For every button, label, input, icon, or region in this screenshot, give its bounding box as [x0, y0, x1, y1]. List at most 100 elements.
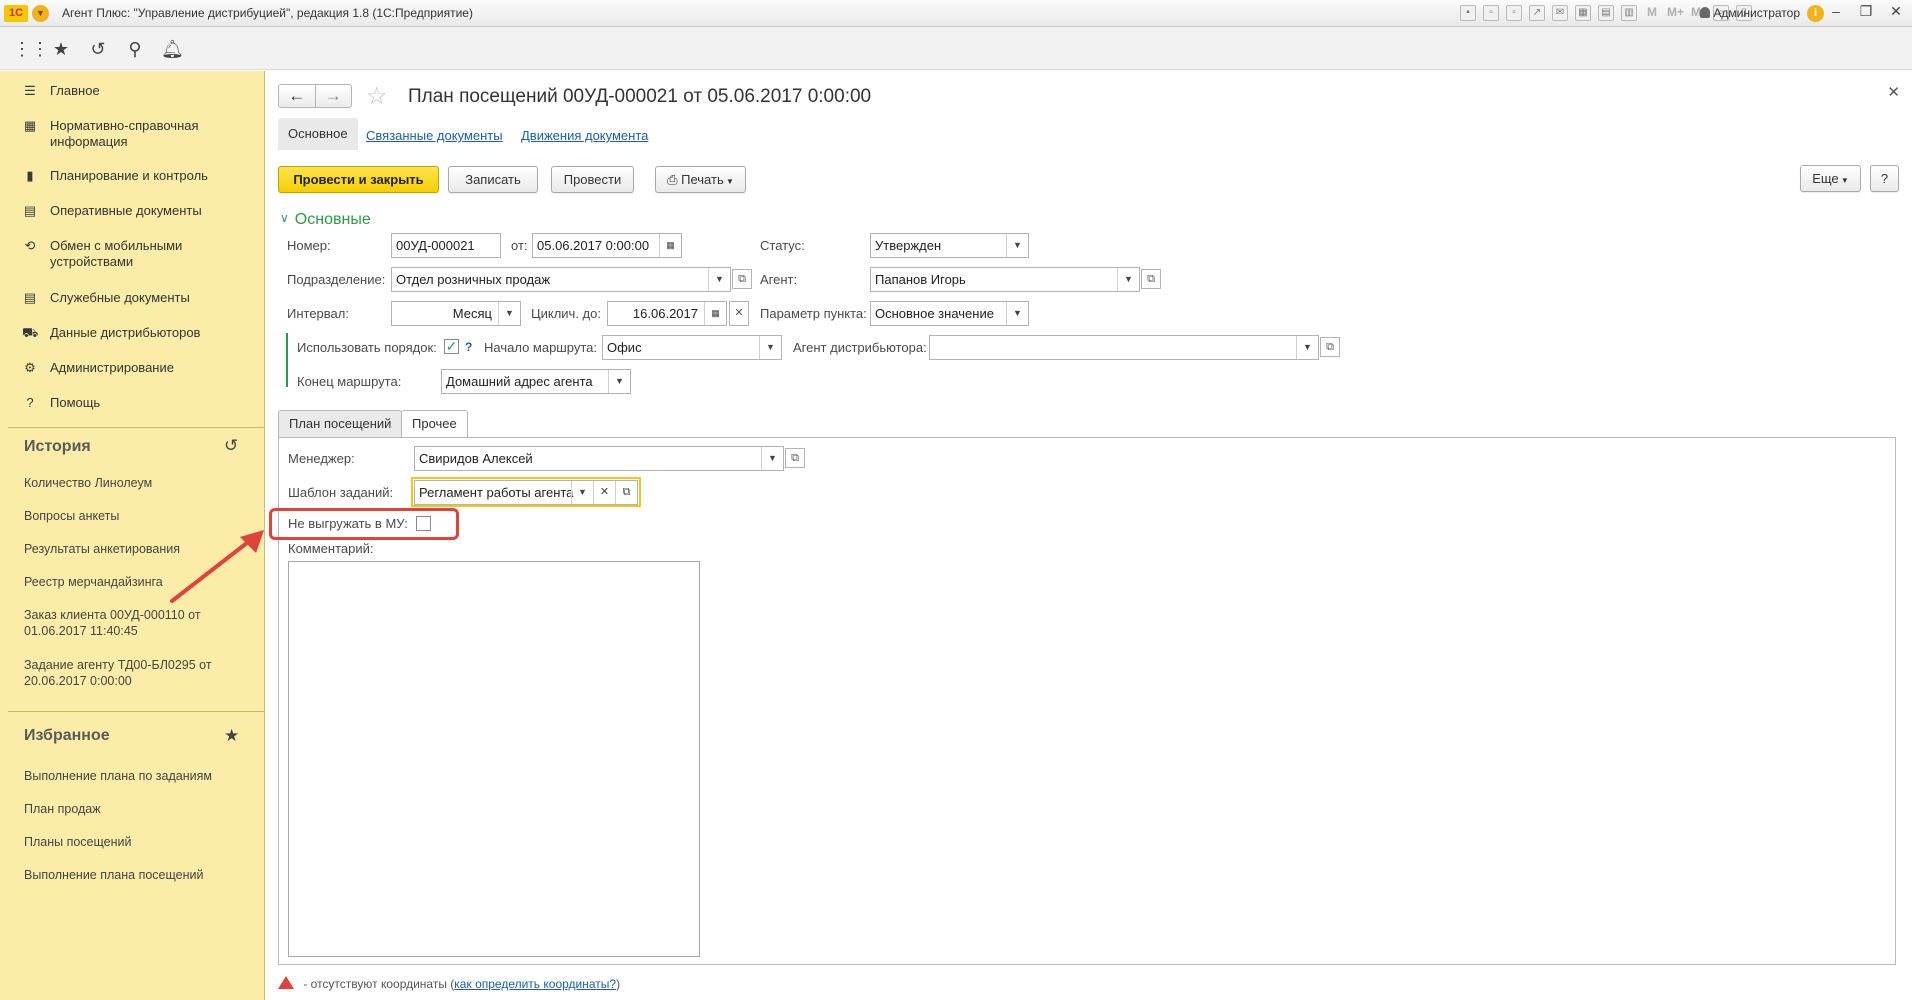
route-start-select[interactable]: Офис ▼	[602, 335, 782, 360]
clear-icon[interactable]: ✕	[729, 301, 749, 326]
post-and-close-button[interactable]: Провести и закрыть	[278, 166, 439, 193]
mail-icon[interactable]: ✉	[1552, 5, 1568, 21]
calendar-icon[interactable]: ▦	[704, 302, 726, 325]
post-button[interactable]: Провести	[551, 166, 634, 193]
history-item[interactable]: Задание агенту ТД00-БЛ0295 от 20.06.2017…	[24, 657, 249, 689]
history-icon[interactable]: ↺	[87, 38, 109, 60]
chevron-down-icon[interactable]: ▼	[1117, 268, 1139, 291]
sidebar-item-service-docs[interactable]: ▤ Служебные документы	[22, 290, 250, 306]
favorite-item[interactable]: План продаж	[24, 801, 249, 817]
sidebar-item-distributors[interactable]: ⛟ Данные дистрибьюторов	[22, 325, 250, 341]
sidebar-item-operative-docs[interactable]: ▤ Оперативные документы	[22, 203, 250, 219]
printer-icon: ⎙	[667, 172, 682, 187]
cyclic-date-field[interactable]: 16.06.2017 ▦	[607, 301, 727, 326]
history-item[interactable]: Количество Линолеум	[24, 475, 249, 491]
open-manager-icon[interactable]: ⧉	[785, 448, 805, 468]
use-order-checkbox[interactable]: ✓	[444, 339, 459, 354]
close-window-icon[interactable]: ✕	[1886, 3, 1906, 20]
minimize-icon[interactable]: –	[1826, 3, 1846, 20]
history-item[interactable]: Заказ клиента 00УД-000110 от 01.06.2017 …	[24, 607, 249, 639]
param-select[interactable]: Основное значение ▼	[870, 301, 1029, 326]
chevron-down-icon[interactable]: ▼	[571, 481, 593, 504]
chevron-down-icon[interactable]: ▼	[1006, 234, 1028, 257]
bell-icon[interactable]: 🔔︎	[161, 38, 184, 60]
chevron-down-icon[interactable]: ▼	[498, 302, 520, 325]
favorites-star-icon[interactable]: ★	[224, 726, 239, 746]
status-select[interactable]: Утвержден ▼	[870, 233, 1029, 258]
main-menu-button[interactable]: ▼	[32, 5, 49, 22]
memory-icon[interactable]: M	[1644, 5, 1660, 21]
open-template-icon[interactable]: ⧉	[615, 481, 637, 504]
tab-main[interactable]: Основное	[278, 118, 358, 150]
calendar-icon[interactable]: ▦	[1575, 5, 1591, 21]
division-select[interactable]: Отдел розничных продаж ▼	[391, 267, 731, 292]
interval-select[interactable]: Месяц ▼	[391, 301, 521, 326]
memory-plus-icon[interactable]: M+	[1667, 5, 1684, 21]
restore-icon[interactable]: ❐	[1856, 3, 1876, 20]
tab-visit-plan[interactable]: План посещений	[278, 410, 403, 437]
group-main-toggle[interactable]: ∨ Основные	[280, 211, 371, 229]
print-icon[interactable]: ▫	[1483, 5, 1499, 21]
tab-related-documents[interactable]: Связанные документы	[366, 128, 503, 143]
chevron-down-icon[interactable]: ▼	[761, 447, 783, 470]
comment-label: Комментарий:	[288, 541, 374, 556]
history-title: История	[24, 438, 91, 455]
agent-select[interactable]: Папанов Игорь ▼	[870, 267, 1140, 292]
coordinates-help-link[interactable]: как определить координаты?	[454, 977, 616, 991]
sidebar-item-mobile-exchange[interactable]: ⟲ Обмен с мобильными устройствами	[22, 238, 250, 270]
sidebar-item-reference[interactable]: ▦ Нормативно-справочная информация	[22, 118, 250, 150]
save-icon[interactable]: ▪	[1460, 5, 1476, 21]
footnote-text: - отсутствуют координаты (	[300, 977, 455, 991]
close-icon[interactable]: ✕	[1887, 83, 1900, 101]
favorite-item[interactable]: Выполнение плана посещений	[24, 867, 249, 883]
help-button[interactable]: ?	[1870, 165, 1899, 192]
app-logo: 1C	[4, 5, 28, 22]
interval-label: Интервал:	[287, 306, 349, 321]
use-order-hint[interactable]: ?	[465, 340, 472, 354]
date-field[interactable]: 05.06.2017 0:00:00 ▦	[532, 233, 682, 258]
favorite-item[interactable]: Выполнение плана по заданиям	[24, 768, 249, 784]
template-select[interactable]: Регламент работы агента ▼ ✕ ⧉	[414, 480, 638, 505]
apps-grid-icon[interactable]: ⋮⋮	[13, 38, 49, 60]
open-dist-agent-icon[interactable]: ⧉	[1320, 337, 1340, 357]
add-favorite-star-icon[interactable]: ☆	[366, 82, 388, 111]
open-division-icon[interactable]: ⧉	[732, 269, 752, 289]
clear-icon[interactable]: ✕	[593, 481, 615, 504]
calculator-icon[interactable]: ▤	[1598, 5, 1614, 21]
open-agent-icon[interactable]: ⧉	[1141, 269, 1161, 289]
chevron-down-icon[interactable]: ▼	[759, 336, 781, 359]
history-icon[interactable]: ↺	[224, 436, 238, 456]
chevron-down-icon[interactable]: ▼	[1296, 336, 1318, 359]
favorites-star-icon[interactable]: ★	[50, 38, 72, 60]
manager-select[interactable]: Свиридов Алексей ▼	[414, 446, 784, 471]
print-button[interactable]: ⎙ Печать ▼	[655, 166, 746, 193]
link-icon[interactable]: ↗	[1529, 5, 1545, 21]
sidebar-item-admin[interactable]: ⚙ Администрирование	[22, 360, 250, 376]
compare-icon[interactable]: ▥	[1621, 5, 1637, 21]
chevron-down-icon[interactable]: ▼	[608, 370, 630, 393]
route-end-select[interactable]: Домашний адрес агента ▼	[441, 369, 631, 394]
search-icon[interactable]: ⚲	[124, 38, 146, 60]
sidebar-item-label: Обмен с мобильными устройствами	[50, 238, 183, 269]
dist-agent-select[interactable]: ▼	[929, 335, 1319, 360]
chevron-down-icon[interactable]: ▼	[708, 268, 730, 291]
sidebar-item-help[interactable]: ? Помощь	[22, 395, 250, 411]
no-upload-checkbox[interactable]	[416, 516, 431, 531]
info-icon[interactable]: i	[1807, 5, 1824, 22]
back-arrow-icon[interactable]: ←	[279, 85, 316, 107]
favorite-item[interactable]: Планы посещений	[24, 834, 249, 850]
preview-icon[interactable]: ▫	[1506, 5, 1522, 21]
tab-other[interactable]: Прочее	[401, 410, 468, 438]
save-button[interactable]: Записать	[448, 166, 538, 193]
more-button[interactable]: Еще ▼	[1800, 165, 1861, 192]
sidebar-item-main[interactable]: ☰ Главное	[22, 83, 250, 99]
number-field[interactable]: 00УД-000021	[391, 233, 501, 258]
comment-textarea[interactable]	[288, 561, 700, 957]
history-item[interactable]: Вопросы анкеты	[24, 508, 249, 524]
tab-document-movements[interactable]: Движения документа	[521, 128, 648, 143]
current-user[interactable]: Администратор	[1700, 6, 1800, 20]
forward-arrow-icon[interactable]: →	[316, 85, 352, 107]
chevron-down-icon[interactable]: ▼	[1006, 302, 1028, 325]
sidebar-item-planning[interactable]: ▮ Планирование и контроль	[22, 168, 250, 184]
calendar-icon[interactable]: ▦	[659, 234, 681, 257]
